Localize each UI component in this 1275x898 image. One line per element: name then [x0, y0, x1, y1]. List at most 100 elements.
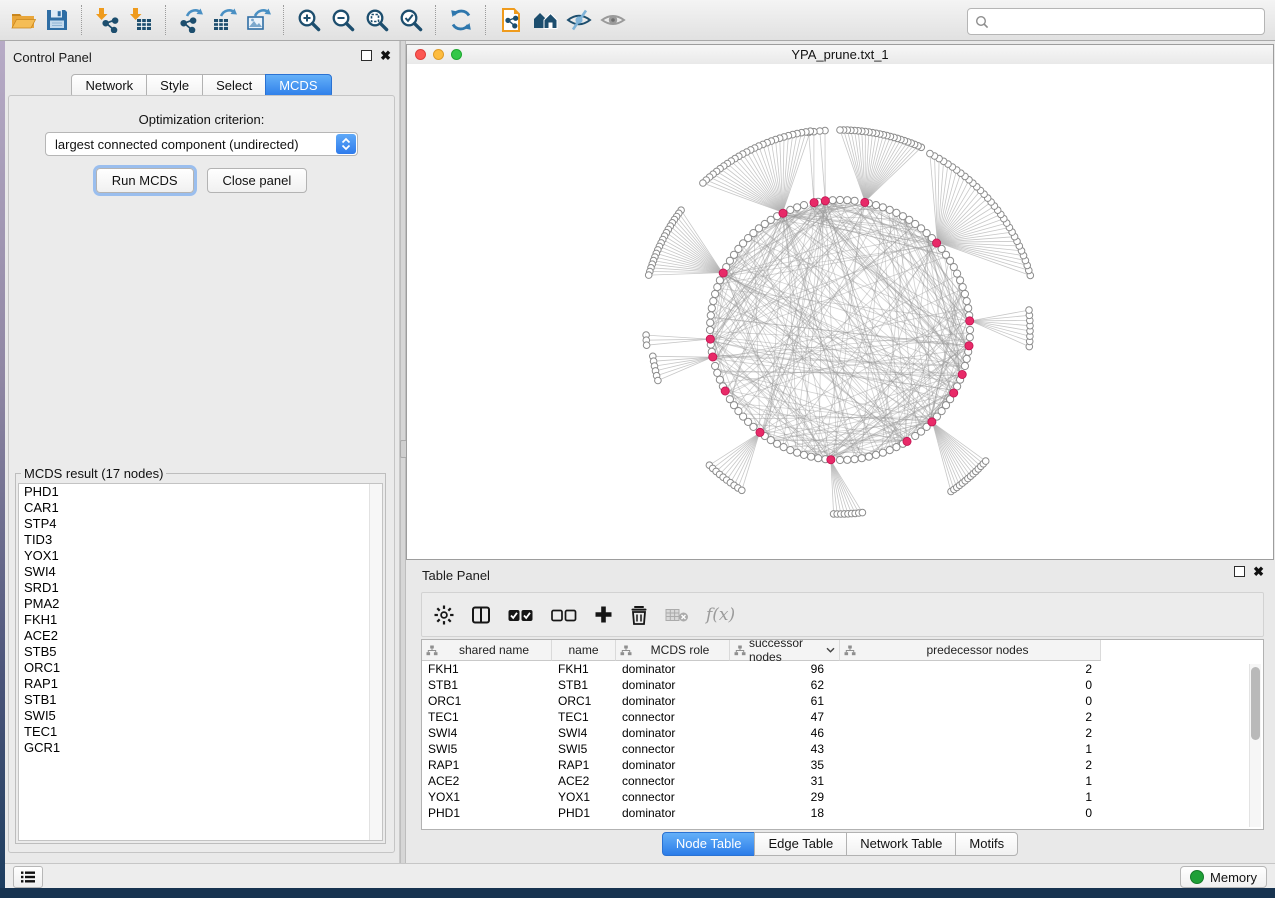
refresh-icon[interactable] [446, 5, 476, 35]
network-node[interactable] [787, 447, 794, 454]
zoom-selected-icon[interactable] [396, 5, 426, 35]
network-node[interactable] [851, 197, 858, 204]
network-node[interactable] [794, 449, 801, 456]
network-svg[interactable] [407, 64, 1273, 559]
mcds-hub-node[interactable] [966, 317, 974, 325]
mcds-result-item[interactable]: GCR1 [19, 740, 382, 756]
network-leaf-node[interactable] [645, 272, 652, 279]
mcds-hub-node[interactable] [928, 418, 936, 426]
network-node[interactable] [966, 326, 973, 333]
table-row[interactable]: PHD1PHD1dominator180 [422, 805, 1263, 821]
mcds-result-item[interactable]: STP4 [19, 516, 382, 532]
mcds-result-item[interactable]: ORC1 [19, 660, 382, 676]
network-node[interactable] [787, 206, 794, 213]
network-leaf-node[interactable] [837, 127, 844, 134]
zoom-out-icon[interactable] [328, 5, 358, 35]
network-node[interactable] [865, 453, 872, 460]
network-node[interactable] [961, 362, 968, 369]
table-row[interactable]: FKH1FKH1dominator962 [422, 661, 1263, 677]
mcds-result-item[interactable]: SWI4 [19, 564, 382, 580]
export-network-icon[interactable] [176, 5, 206, 35]
network-canvas[interactable] [407, 64, 1273, 559]
table-row[interactable]: SWI4SWI4dominator462 [422, 725, 1263, 741]
column-header-shared-name[interactable]: shared name [422, 640, 552, 661]
share-document-icon[interactable] [496, 5, 526, 35]
network-node[interactable] [836, 196, 843, 203]
mcds-result-item[interactable]: YOX1 [19, 548, 382, 564]
tab-node-table[interactable]: Node Table [662, 832, 756, 856]
network-node[interactable] [959, 284, 966, 291]
import-network-icon[interactable] [92, 5, 122, 35]
network-node[interactable] [716, 277, 723, 284]
mcds-result-item[interactable]: ACE2 [19, 628, 382, 644]
mcds-hub-node[interactable] [779, 209, 787, 217]
network-node[interactable] [750, 423, 757, 430]
network-node[interactable] [707, 312, 714, 319]
search-input[interactable] [993, 11, 1264, 32]
export-image-icon[interactable] [244, 5, 274, 35]
mcds-result-item[interactable]: TEC1 [19, 724, 382, 740]
mcds-hub-node[interactable] [719, 269, 727, 277]
tab-motifs[interactable]: Motifs [955, 832, 1018, 856]
delete-row-icon[interactable] [630, 603, 648, 627]
column-header-MCDS-role[interactable]: MCDS role [616, 640, 730, 661]
search-field[interactable] [967, 8, 1265, 35]
network-node[interactable] [965, 305, 972, 312]
network-node[interactable] [886, 447, 893, 454]
mcds-hub-node[interactable] [903, 437, 911, 445]
add-row-icon[interactable] [594, 603, 613, 627]
network-node[interactable] [886, 206, 893, 213]
network-node[interactable] [858, 455, 865, 462]
network-node[interactable] [829, 197, 836, 204]
network-node[interactable] [963, 355, 970, 362]
mcds-hub-node[interactable] [756, 428, 764, 436]
zoom-in-icon[interactable] [294, 5, 324, 35]
tab-network-table[interactable]: Network Table [846, 832, 956, 856]
table-scrollbar-thumb[interactable] [1251, 667, 1260, 740]
mcds-result-item[interactable]: SRD1 [19, 580, 382, 596]
mcds-result-item[interactable]: TID3 [19, 532, 382, 548]
table-row[interactable]: SWI5SWI5connector431 [422, 741, 1263, 757]
network-node[interactable] [957, 277, 964, 284]
zoom-fit-icon[interactable] [362, 5, 392, 35]
network-node[interactable] [963, 298, 970, 305]
network-leaf-node[interactable] [927, 150, 934, 157]
network-node[interactable] [844, 456, 851, 463]
run-mcds-button[interactable]: Run MCDS [96, 168, 194, 193]
mcds-hub-node[interactable] [827, 456, 835, 464]
network-node[interactable] [879, 449, 886, 456]
network-node[interactable] [879, 204, 886, 211]
float-panel-icon[interactable] [361, 50, 372, 61]
mcds-hub-node[interactable] [709, 353, 717, 361]
float-table-panel-icon[interactable] [1234, 566, 1245, 577]
mcds-hub-node[interactable] [965, 342, 973, 350]
network-leaf-node[interactable] [643, 342, 650, 349]
network-leaf-node[interactable] [739, 487, 746, 494]
network-node[interactable] [712, 290, 719, 297]
network-node[interactable] [966, 334, 973, 341]
network-leaf-node[interactable] [859, 509, 866, 516]
network-node[interactable] [815, 455, 822, 462]
network-leaf-node[interactable] [982, 458, 989, 465]
network-node[interactable] [710, 298, 717, 305]
column-header-predecessor-nodes[interactable]: predecessor nodes [840, 640, 1101, 661]
column-header-successor-nodes[interactable]: successor nodes [730, 640, 840, 661]
mcds-result-item[interactable]: PHD1 [19, 484, 382, 500]
mcds-hub-node[interactable] [958, 370, 966, 378]
network-leaf-node[interactable] [700, 180, 707, 187]
table-scrollbar[interactable] [1249, 664, 1261, 827]
close-table-panel-icon[interactable]: ✖ [1253, 567, 1264, 577]
show-columns-icon[interactable] [471, 603, 491, 627]
network-node[interactable] [872, 202, 879, 209]
close-panel-icon[interactable]: ✖ [380, 51, 391, 61]
network-node[interactable] [808, 453, 815, 460]
network-node[interactable] [836, 456, 843, 463]
hide-graphics-details-icon[interactable] [564, 5, 594, 35]
network-node[interactable] [800, 451, 807, 458]
mcds-result-item[interactable]: CAR1 [19, 500, 382, 516]
network-node[interactable] [714, 369, 721, 376]
table-row[interactable]: STB1STB1dominator620 [422, 677, 1263, 693]
mcds-hub-node[interactable] [821, 197, 829, 205]
network-node[interactable] [706, 326, 713, 333]
tab-edge-table[interactable]: Edge Table [754, 832, 847, 856]
